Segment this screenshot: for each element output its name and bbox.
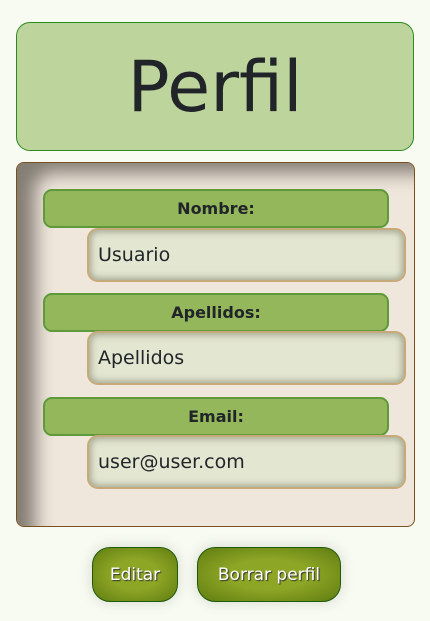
apellidos-label: Apellidos:	[43, 293, 389, 332]
edit-button[interactable]: Editar	[92, 547, 178, 602]
nombre-label: Nombre:	[43, 189, 389, 228]
email-label: Email:	[43, 397, 389, 436]
profile-card: Nombre: Apellidos: Email:	[16, 162, 415, 527]
email-input[interactable]	[87, 435, 406, 489]
apellidos-input[interactable]	[87, 331, 406, 385]
delete-profile-button[interactable]: Borrar perfil	[197, 547, 341, 602]
nombre-input[interactable]	[87, 228, 406, 282]
page-title: Perfil	[16, 22, 414, 151]
